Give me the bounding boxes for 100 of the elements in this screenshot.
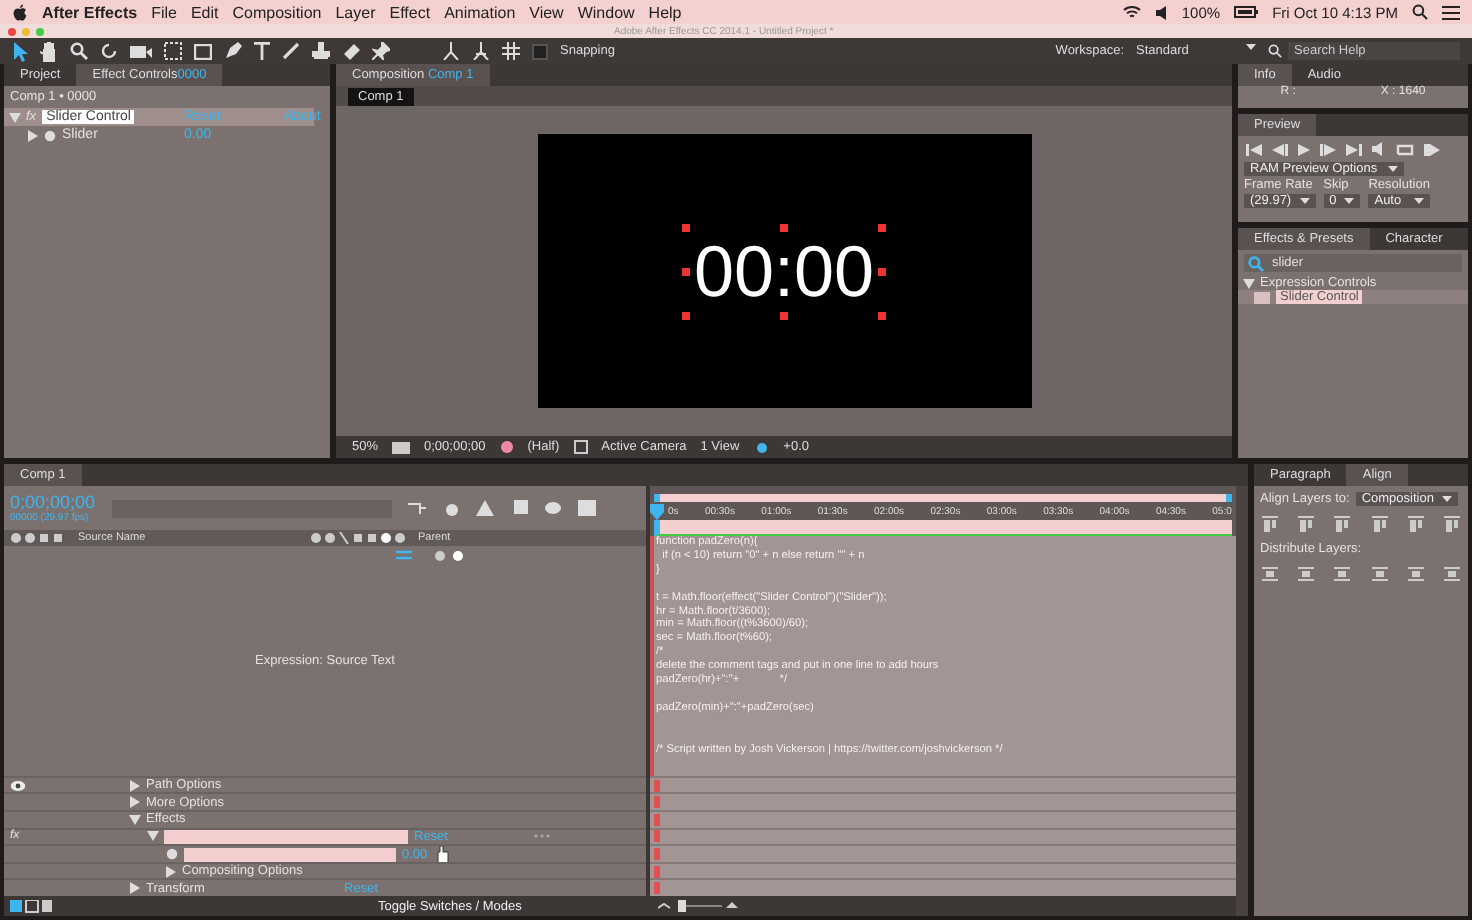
layer-switches-icons-drawing	[310, 532, 406, 544]
caret-icon	[1344, 198, 1355, 204]
align-icon[interactable]	[1371, 516, 1388, 532]
axis-icon[interactable]	[442, 42, 460, 60]
next-frame-icon[interactable]	[1320, 143, 1336, 155]
selection-handle-icon[interactable]	[878, 267, 887, 275]
sun-icon[interactable]	[753, 439, 770, 455]
brush-icon[interactable]	[282, 42, 300, 60]
pin-icon[interactable]	[372, 42, 390, 60]
list-icon[interactable]	[1442, 5, 1460, 19]
arrow-icon[interactable]	[12, 41, 28, 61]
caret-icon	[1441, 496, 1452, 502]
previous-frame-icon[interactable]	[1272, 143, 1288, 155]
battery-icon[interactable]	[1234, 6, 1259, 18]
rotate-icon[interactable]	[100, 42, 118, 60]
keyframe-marker-icon	[654, 865, 660, 878]
pen-icon[interactable]	[224, 42, 242, 60]
selection-handle-icon[interactable]	[780, 311, 788, 319]
disclosure-triangle-icon[interactable]	[129, 814, 141, 825]
wifi-icon[interactable]	[1121, 4, 1142, 20]
align-icon[interactable]	[1262, 516, 1278, 532]
search-icon[interactable]	[1412, 4, 1428, 20]
disclosure-triangle-icon[interactable]	[166, 865, 176, 878]
align-icon[interactable]	[1334, 516, 1351, 532]
speaker-icon[interactable]	[1155, 5, 1168, 19]
keyframe-marker-icon	[654, 848, 660, 861]
disclosure-triangle-icon[interactable]	[147, 831, 159, 842]
search-icon	[1268, 44, 1282, 58]
disclosure-triangle-icon[interactable]	[130, 796, 140, 809]
pointer-hand-icon	[433, 845, 450, 864]
disclosure-triangle-icon[interactable]	[9, 112, 21, 122]
snapping-checkbox[interactable]	[532, 43, 548, 59]
keyframe-marker-icon	[654, 813, 660, 826]
align-icon[interactable]	[1407, 516, 1424, 532]
menu-item[interactable]: Animation	[444, 3, 516, 21]
distribute-icon[interactable]	[1443, 566, 1460, 582]
layer-panel-icons-drawing[interactable]	[10, 899, 54, 913]
disclosure-triangle-icon[interactable]	[130, 779, 140, 792]
grid-icon[interactable]	[502, 42, 520, 60]
distribute-icon[interactable]	[1298, 566, 1315, 582]
keyframe-marker-icon	[654, 830, 660, 843]
ram-preview-icon[interactable]	[1424, 143, 1440, 155]
selection-handle-icon[interactable]	[681, 311, 690, 319]
hand-icon[interactable]	[40, 41, 58, 61]
selection-handle-icon[interactable]	[681, 223, 690, 231]
stopwatch-icon[interactable]	[166, 848, 178, 861]
dotted-square-icon[interactable]	[164, 42, 182, 60]
distribute-icon[interactable]	[1262, 566, 1278, 582]
axis-icon[interactable]	[472, 42, 490, 60]
selection-handle-icon[interactable]	[780, 223, 788, 231]
eye-icon[interactable]	[10, 779, 26, 792]
stopwatch-icon[interactable]	[44, 129, 56, 141]
app-name[interactable]: After Effects	[42, 3, 138, 21]
caret-icon	[1299, 198, 1310, 204]
keyframe-marker-icon	[654, 796, 660, 809]
distribute-icon[interactable]	[1407, 566, 1424, 582]
menu-item[interactable]: Effect	[389, 3, 431, 21]
menu-item[interactable]: File	[151, 3, 177, 21]
keyframe-marker-icon	[654, 779, 660, 792]
keyframe-marker-icon	[654, 882, 660, 895]
switch-icon[interactable]	[407, 501, 426, 515]
window-close-button[interactable]	[8, 27, 16, 35]
menu-item[interactable]: Help	[648, 3, 682, 21]
loop-icon[interactable]	[1396, 142, 1414, 156]
menu-item[interactable]: View	[529, 3, 564, 21]
menu-item[interactable]: Window	[577, 3, 635, 21]
timer-text: 00:00	[693, 235, 875, 307]
distribute-icon[interactable]	[1371, 566, 1388, 582]
selection-handle-icon[interactable]	[681, 267, 690, 275]
disclosure-triangle-icon[interactable]	[130, 882, 140, 895]
disclosure-triangle-icon[interactable]	[28, 129, 38, 141]
region-icon[interactable]	[573, 440, 588, 454]
parameter-name-highlight[interactable]	[184, 847, 396, 862]
zoom-slider-drawing[interactable]	[658, 900, 738, 912]
expression-controls-drawing[interactable]	[396, 550, 464, 562]
type-tool-icon[interactable]	[254, 42, 270, 60]
effect-preset-icon	[1254, 291, 1270, 303]
search-icon	[1248, 255, 1264, 271]
effect-name-highlight[interactable]	[164, 829, 408, 844]
selection-handle-icon[interactable]	[878, 223, 887, 231]
align-icon[interactable]	[1298, 516, 1315, 532]
menu-item[interactable]: Composition	[232, 3, 322, 21]
disclosure-triangle-icon[interactable]	[1243, 278, 1255, 288]
menu-item[interactable]: Edit	[190, 3, 219, 21]
eraser-icon[interactable]	[342, 42, 360, 60]
caret-icon	[1413, 198, 1424, 204]
playhead-icon[interactable]	[650, 504, 664, 520]
distribute-icon[interactable]	[1334, 566, 1351, 582]
scrollbar[interactable]	[1236, 486, 1248, 916]
selection-handle-icon[interactable]	[878, 311, 887, 319]
align-icon[interactable]	[1443, 516, 1460, 532]
play-icon[interactable]	[1298, 143, 1310, 155]
zoom-icon[interactable]	[70, 42, 88, 60]
last-frame-icon[interactable]	[1346, 143, 1362, 155]
apple-icon[interactable]	[12, 3, 28, 21]
caret-icon	[1246, 44, 1256, 50]
stamp-icon[interactable]	[312, 42, 330, 60]
switches-icons-drawing	[10, 532, 66, 544]
menu-item[interactable]: Layer	[335, 3, 376, 21]
first-frame-icon[interactable]	[1246, 143, 1262, 155]
